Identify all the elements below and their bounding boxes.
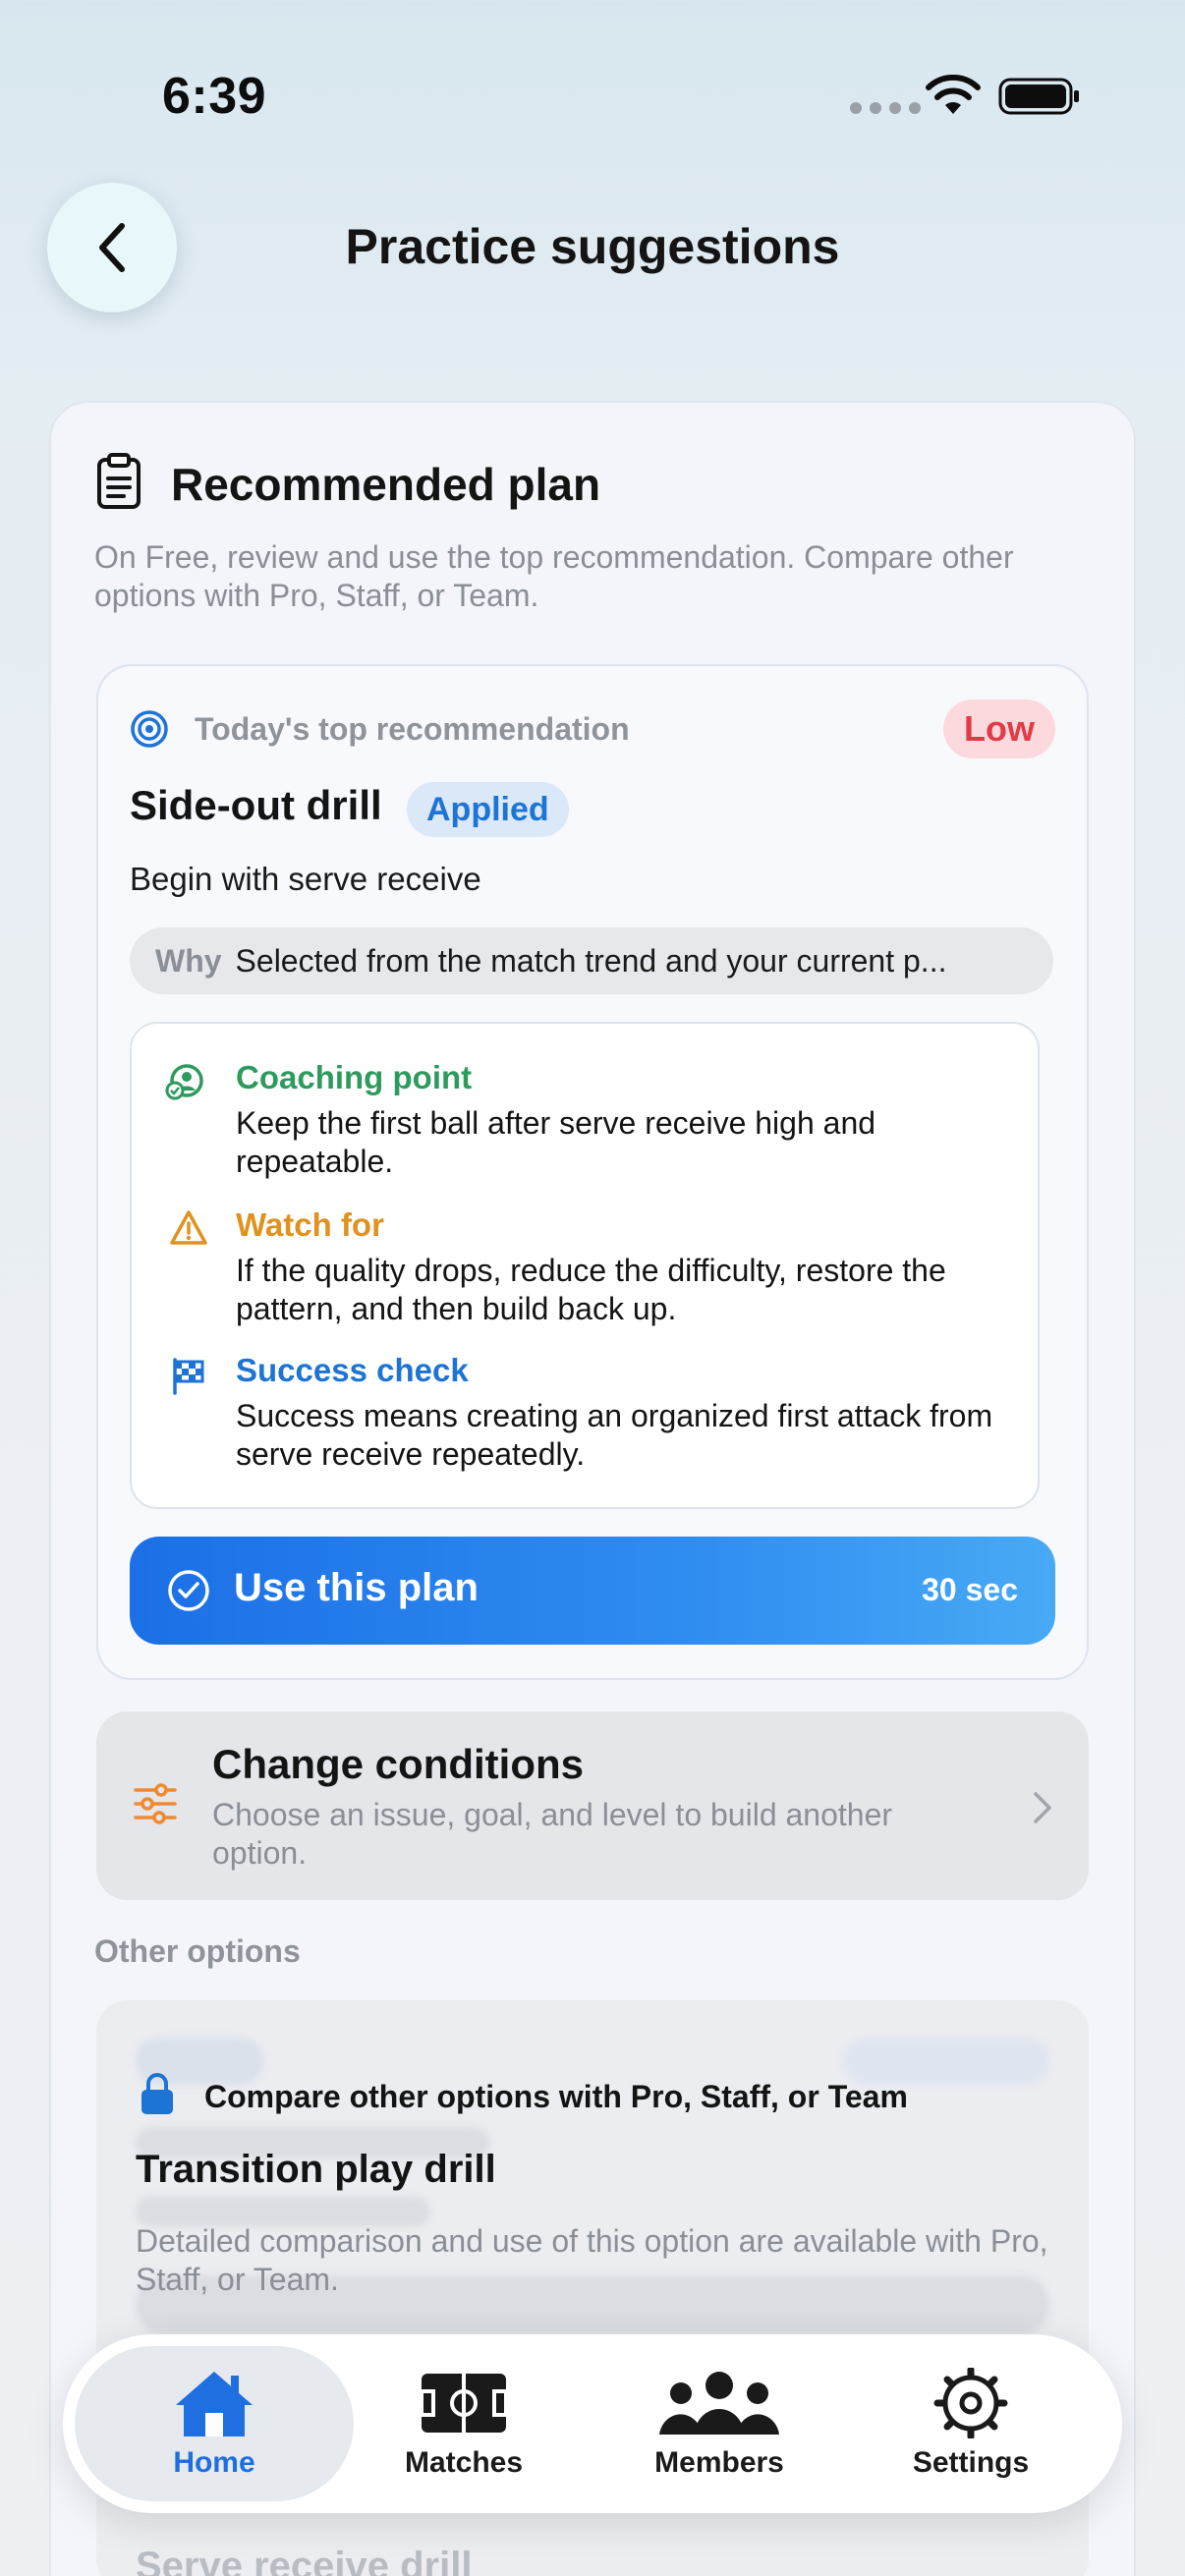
- other-options-heading: Other options: [94, 1933, 301, 1969]
- tab-home-label: Home: [173, 2446, 255, 2479]
- watch-for-title: Watch for: [236, 1206, 384, 1243]
- drill-title: Side-out drill: [130, 782, 382, 828]
- plan-header: [94, 452, 143, 511]
- tab-settings[interactable]: Settings: [847, 2346, 1095, 2501]
- lock-label: Compare other options with Pro, Staff, o…: [204, 2079, 908, 2114]
- next-option-title: Serve receive drill: [136, 2545, 473, 2576]
- warning-icon: [170, 1210, 207, 1245]
- locked-option-title: Transition play drill: [136, 2148, 496, 2191]
- status-time: 6:39: [162, 68, 267, 125]
- why-text: Selected from the match trend and your c…: [235, 942, 947, 979]
- court-icon: [420, 2374, 508, 2433]
- lock-icon: [141, 2073, 173, 2114]
- check-circle-icon: [168, 1570, 209, 1611]
- drill-subtitle: Begin with serve receive: [130, 861, 481, 897]
- recommendation-label: Today's top recommendation: [195, 711, 630, 747]
- tab-home[interactable]: Home: [75, 2346, 354, 2501]
- plan-title: Recommended plan: [171, 459, 601, 510]
- tab-members-label: Members: [654, 2446, 784, 2479]
- change-conditions-title: Change conditions: [212, 1741, 584, 1787]
- change-conditions-description: Choose an issue, goal, and level to buil…: [212, 1797, 893, 1871]
- success-check-text: Success means creating an organized firs…: [236, 1398, 993, 1472]
- members-icon: [659, 2372, 779, 2435]
- chevron-right-icon: [1034, 1792, 1051, 1823]
- why-label: Why: [155, 942, 222, 979]
- locked-option-description: Detailed comparison and use of this opti…: [136, 2223, 1048, 2297]
- home-icon: [176, 2372, 253, 2436]
- gear-icon: [933, 2368, 1008, 2438]
- wifi-icon: [926, 75, 981, 114]
- checkered-flag-icon: [173, 1358, 204, 1395]
- watch-for-text: If the quality drops, reduce the difficu…: [236, 1253, 946, 1326]
- tab-matches-label: Matches: [404, 2446, 524, 2479]
- clipboard-icon: [97, 453, 141, 509]
- sliders-icon: [134, 1783, 177, 1824]
- tab-settings-label: Settings: [912, 2446, 1030, 2479]
- target-icon: [131, 710, 168, 748]
- battery-icon: [998, 78, 1079, 115]
- coaching-point-text: Keep the first ball after serve receive …: [236, 1105, 876, 1179]
- applied-badge: Applied: [407, 782, 569, 837]
- use-plan-label: Use this plan: [234, 1566, 479, 1609]
- tab-matches[interactable]: Matches: [340, 2346, 588, 2501]
- signal-dots-icon: [850, 102, 921, 114]
- why-pill[interactable]: Why Selected from the match trend and yo…: [130, 927, 1053, 994]
- plan-description: On Free, review and use the top recommen…: [94, 539, 1014, 613]
- success-check-title: Success check: [236, 1352, 469, 1388]
- use-plan-button[interactable]: Use this plan 30 sec: [130, 1537, 1055, 1645]
- page-title: Practice suggestions: [345, 219, 840, 274]
- coaching-point-title: Coaching point: [236, 1059, 473, 1095]
- priority-badge: Low: [943, 700, 1055, 758]
- tab-members[interactable]: Members: [595, 2346, 843, 2501]
- use-plan-time: 30 sec: [922, 1572, 1018, 1607]
- status-bar: 6:39: [0, 0, 1185, 187]
- coach-icon: [165, 1064, 203, 1100]
